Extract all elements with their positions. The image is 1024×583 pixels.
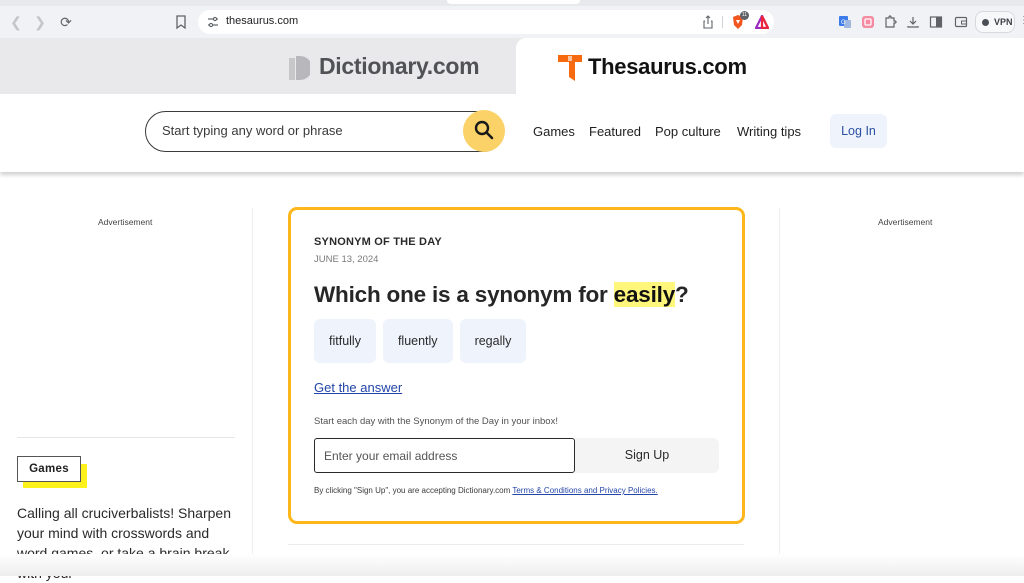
- answer-option[interactable]: fitfully: [314, 319, 376, 363]
- menu-icon[interactable]: ⋮: [1019, 15, 1024, 29]
- svg-text:G: G: [841, 20, 846, 26]
- search-icon: [474, 120, 494, 140]
- get-answer-link[interactable]: Get the answer: [314, 380, 402, 395]
- shields-count-badge: 11: [740, 11, 749, 20]
- newsletter-promo: Start each day with the Synonym of the D…: [314, 416, 558, 427]
- nav-link-featured[interactable]: Featured: [589, 124, 641, 139]
- vpn-label: VPN: [994, 17, 1013, 27]
- brave-rewards-icon[interactable]: [755, 15, 769, 29]
- vpn-status-icon: [982, 19, 989, 26]
- terms-text: By clicking "Sign Up", you are accepting…: [314, 486, 513, 495]
- nav-link-writing-tips[interactable]: Writing tips: [737, 124, 801, 139]
- login-button[interactable]: Log In: [830, 114, 887, 148]
- terms-notice: By clicking "Sign Up", you are accepting…: [314, 486, 658, 495]
- nav-link-games[interactable]: Games: [533, 124, 575, 139]
- separator: [722, 16, 723, 28]
- thesaurus-wordmark: Thesaurus.com: [588, 54, 747, 79]
- games-tag-label: Games: [17, 456, 81, 482]
- sidebar-divider: [17, 437, 235, 438]
- site-settings-icon[interactable]: [206, 15, 220, 29]
- column-divider: [252, 208, 253, 576]
- back-icon[interactable]: ❮: [8, 14, 24, 30]
- nav-link-pop-culture[interactable]: Pop culture: [655, 124, 721, 139]
- thesaurus-logo-icon: [558, 55, 582, 81]
- reload-icon[interactable]: ⟳: [58, 14, 74, 30]
- terms-link[interactable]: Terms & Conditions and Privacy Policies.: [512, 486, 657, 495]
- question-suffix: ?: [675, 282, 689, 307]
- dictionary-logo-icon: [289, 56, 310, 80]
- browser-tab-active[interactable]: [447, 0, 580, 4]
- bookmark-icon[interactable]: [174, 14, 188, 30]
- advertisement-label-left: Advertisement: [98, 217, 153, 227]
- synonym-of-the-day-card: SYNONYM OF THE DAY JUNE 13, 2024 Which o…: [288, 207, 745, 524]
- dictionary-wordmark: Dictionary.com: [319, 53, 480, 79]
- url-text: thesaurus.com: [226, 15, 299, 27]
- wallet-icon[interactable]: [954, 15, 968, 29]
- search-button[interactable]: [463, 110, 505, 152]
- games-tag[interactable]: Games: [17, 456, 87, 488]
- highlighted-word: easily: [613, 282, 676, 307]
- newsletter-form: Sign Up: [314, 438, 719, 473]
- browser-toolbar: ❮ ❯ ⟳ thesaurus.com 11 G VPN ⋮: [0, 6, 1024, 38]
- page-bottom-fade: [0, 554, 1024, 576]
- question-prefix: Which one is a synonym for: [314, 282, 614, 307]
- address-bar[interactable]: thesaurus.com 11: [198, 10, 774, 34]
- quiz-question: Which one is a synonym for easily?: [314, 282, 689, 308]
- email-field[interactable]: [314, 438, 575, 473]
- search-bar: [145, 110, 505, 152]
- forward-icon[interactable]: ❯: [32, 14, 48, 30]
- sidebar-toggle-icon[interactable]: [929, 15, 943, 29]
- share-icon[interactable]: [702, 15, 714, 29]
- translate-extension-icon[interactable]: G: [838, 15, 852, 29]
- answer-option[interactable]: regally: [459, 319, 527, 363]
- tab-thesaurus[interactable]: Thesaurus.com: [516, 38, 1024, 94]
- site-switcher: Dictionary.com Thesaurus.com: [0, 38, 1024, 94]
- site-header: Games Featured Pop culture Writing tips …: [0, 94, 1024, 172]
- column-divider: [779, 208, 780, 576]
- camera-extension-icon[interactable]: [861, 15, 875, 29]
- card-eyebrow: SYNONYM OF THE DAY: [314, 236, 442, 248]
- sign-up-button[interactable]: Sign Up: [575, 438, 719, 473]
- tab-dictionary[interactable]: Dictionary.com: [0, 38, 516, 94]
- advertisement-label-right: Advertisement: [878, 217, 933, 227]
- answer-option[interactable]: fluently: [382, 319, 453, 363]
- answer-options: fitfully fluently regally: [314, 319, 527, 363]
- extensions-puzzle-icon[interactable]: [883, 15, 897, 29]
- search-input[interactable]: [162, 123, 452, 138]
- main-content: Advertisement Advertisement Games Callin…: [0, 172, 1024, 581]
- download-icon[interactable]: [906, 15, 920, 29]
- vpn-button[interactable]: VPN: [975, 11, 1015, 33]
- section-divider: [288, 544, 744, 545]
- card-date: JUNE 13, 2024: [314, 254, 379, 265]
